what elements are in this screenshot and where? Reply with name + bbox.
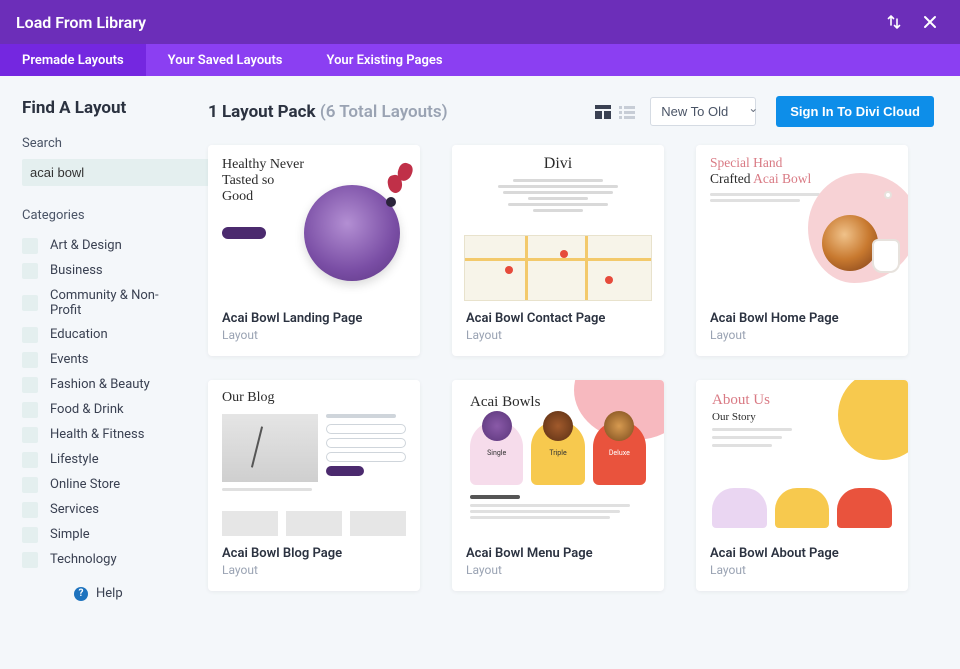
category-label: Art & Design: [50, 238, 122, 253]
view-list-icon[interactable]: [616, 102, 638, 122]
card-subtitle: Layout: [222, 563, 406, 577]
category-item[interactable]: Online Store: [22, 472, 186, 497]
layout-card[interactable]: Acai Bowls SingleTripleDeluxe Acai Bowl …: [452, 380, 664, 591]
category-item[interactable]: Business: [22, 258, 186, 283]
titlebar: Load From Library: [0, 0, 960, 44]
card-subtitle: Layout: [710, 563, 894, 577]
close-icon[interactable]: [916, 8, 944, 36]
checkbox-icon[interactable]: [22, 427, 38, 443]
layout-preview: About UsOur Story: [696, 380, 908, 536]
checkbox-icon[interactable]: [22, 552, 38, 568]
card-subtitle: Layout: [466, 563, 650, 577]
search-input[interactable]: [22, 159, 214, 186]
card-subtitle: Layout: [222, 328, 406, 342]
view-grid-icon[interactable]: [592, 102, 614, 122]
tab-saved-layouts[interactable]: Your Saved Layouts: [146, 44, 305, 76]
layout-card[interactable]: Healthy NeverTasted soGood Acai Bowl Land…: [208, 145, 420, 356]
checkbox-icon[interactable]: [22, 527, 38, 543]
card-title: Acai Bowl Home Page: [710, 311, 894, 326]
card-title: Acai Bowl Contact Page: [466, 311, 650, 326]
category-label: Health & Fitness: [50, 427, 144, 442]
card-title: Acai Bowl About Page: [710, 546, 894, 561]
card-title: Acai Bowl Landing Page: [222, 311, 406, 326]
sidebar-title: Find A Layout: [22, 98, 186, 118]
checkbox-icon[interactable]: [22, 327, 38, 343]
category-label: Simple: [50, 527, 90, 542]
search-label: Search: [22, 136, 186, 151]
category-label: Events: [50, 352, 88, 367]
layout-preview: Special HandCrafted Acai Bowl: [696, 145, 908, 301]
category-label: Education: [50, 327, 108, 342]
layout-card[interactable]: Our Blog Acai Bowl Blog Page Layout: [208, 380, 420, 591]
tab-label: Your Existing Pages: [327, 53, 443, 68]
tab-label: Premade Layouts: [22, 53, 124, 68]
sidebar: Find A Layout Search + Filter Categories…: [0, 76, 200, 669]
layout-preview: Our Blog: [208, 380, 420, 536]
category-label: Food & Drink: [50, 402, 124, 417]
category-label: Community & Non-Profit: [50, 288, 186, 318]
category-label: Lifestyle: [50, 452, 99, 467]
main-header: 1 Layout Pack (6 Total Layouts) New To O…: [208, 96, 934, 127]
checkbox-icon[interactable]: [22, 452, 38, 468]
card-title: Acai Bowl Menu Page: [466, 546, 650, 561]
layout-card[interactable]: Special HandCrafted Acai Bowl Acai Bowl …: [696, 145, 908, 356]
category-item[interactable]: Simple: [22, 522, 186, 547]
category-item[interactable]: Fashion & Beauty: [22, 372, 186, 397]
help-link[interactable]: ? Help: [22, 586, 186, 601]
category-label: Services: [50, 502, 99, 517]
checkbox-icon[interactable]: [22, 352, 38, 368]
checkbox-icon[interactable]: [22, 238, 38, 254]
checkbox-icon[interactable]: [22, 295, 38, 311]
category-item[interactable]: Art & Design: [22, 233, 186, 258]
category-label: Fashion & Beauty: [50, 377, 150, 392]
pack-info: 1 Layout Pack (6 Total Layouts): [208, 102, 590, 122]
card-subtitle: Layout: [710, 328, 894, 342]
card-subtitle: Layout: [466, 328, 650, 342]
category-item[interactable]: Food & Drink: [22, 397, 186, 422]
category-item[interactable]: Community & Non-Profit: [22, 283, 186, 322]
category-label: Online Store: [50, 477, 120, 492]
import-export-icon[interactable]: [880, 8, 908, 36]
category-item[interactable]: Health & Fitness: [22, 422, 186, 447]
layout-preview: Healthy NeverTasted soGood: [208, 145, 420, 301]
main-panel: 1 Layout Pack (6 Total Layouts) New To O…: [200, 76, 960, 669]
tab-label: Your Saved Layouts: [168, 53, 283, 68]
category-item[interactable]: Services: [22, 497, 186, 522]
checkbox-icon[interactable]: [22, 477, 38, 493]
categories-label: Categories: [22, 208, 186, 223]
category-label: Business: [50, 263, 103, 278]
category-label: Technology: [50, 552, 117, 567]
category-item[interactable]: Lifestyle: [22, 447, 186, 472]
tab-premade-layouts[interactable]: Premade Layouts: [0, 44, 146, 76]
tab-existing-pages[interactable]: Your Existing Pages: [305, 44, 465, 76]
layout-preview: Acai Bowls SingleTripleDeluxe: [452, 380, 664, 536]
layout-card[interactable]: About UsOur Story Acai Bowl About Page La…: [696, 380, 908, 591]
checkbox-icon[interactable]: [22, 263, 38, 279]
categories-list: Art & Design Business Community & Non-Prof…: [22, 233, 186, 572]
help-label: Help: [96, 586, 123, 601]
sort-select[interactable]: New To Old: [650, 97, 756, 126]
tab-bar: Premade Layouts Your Saved Layouts Your …: [0, 44, 960, 76]
checkbox-icon[interactable]: [22, 402, 38, 418]
pack-count: 1 Layout Pack: [208, 102, 316, 122]
layout-preview: Divi: [452, 145, 664, 301]
layout-card[interactable]: Divi Acai Bowl Contact Page Layout: [452, 145, 664, 356]
category-item[interactable]: Events: [22, 347, 186, 372]
checkbox-icon[interactable]: [22, 377, 38, 393]
checkbox-icon[interactable]: [22, 502, 38, 518]
card-title: Acai Bowl Blog Page: [222, 546, 406, 561]
category-item[interactable]: Education: [22, 322, 186, 347]
category-item[interactable]: Technology: [22, 547, 186, 572]
layout-grid: Healthy NeverTasted soGood Acai Bowl Land…: [208, 145, 934, 591]
modal-title: Load From Library: [16, 13, 872, 32]
total-layouts: (6 Total Layouts): [320, 102, 448, 122]
help-icon: ?: [74, 587, 88, 601]
sign-in-cloud-button[interactable]: Sign In To Divi Cloud: [776, 96, 934, 127]
